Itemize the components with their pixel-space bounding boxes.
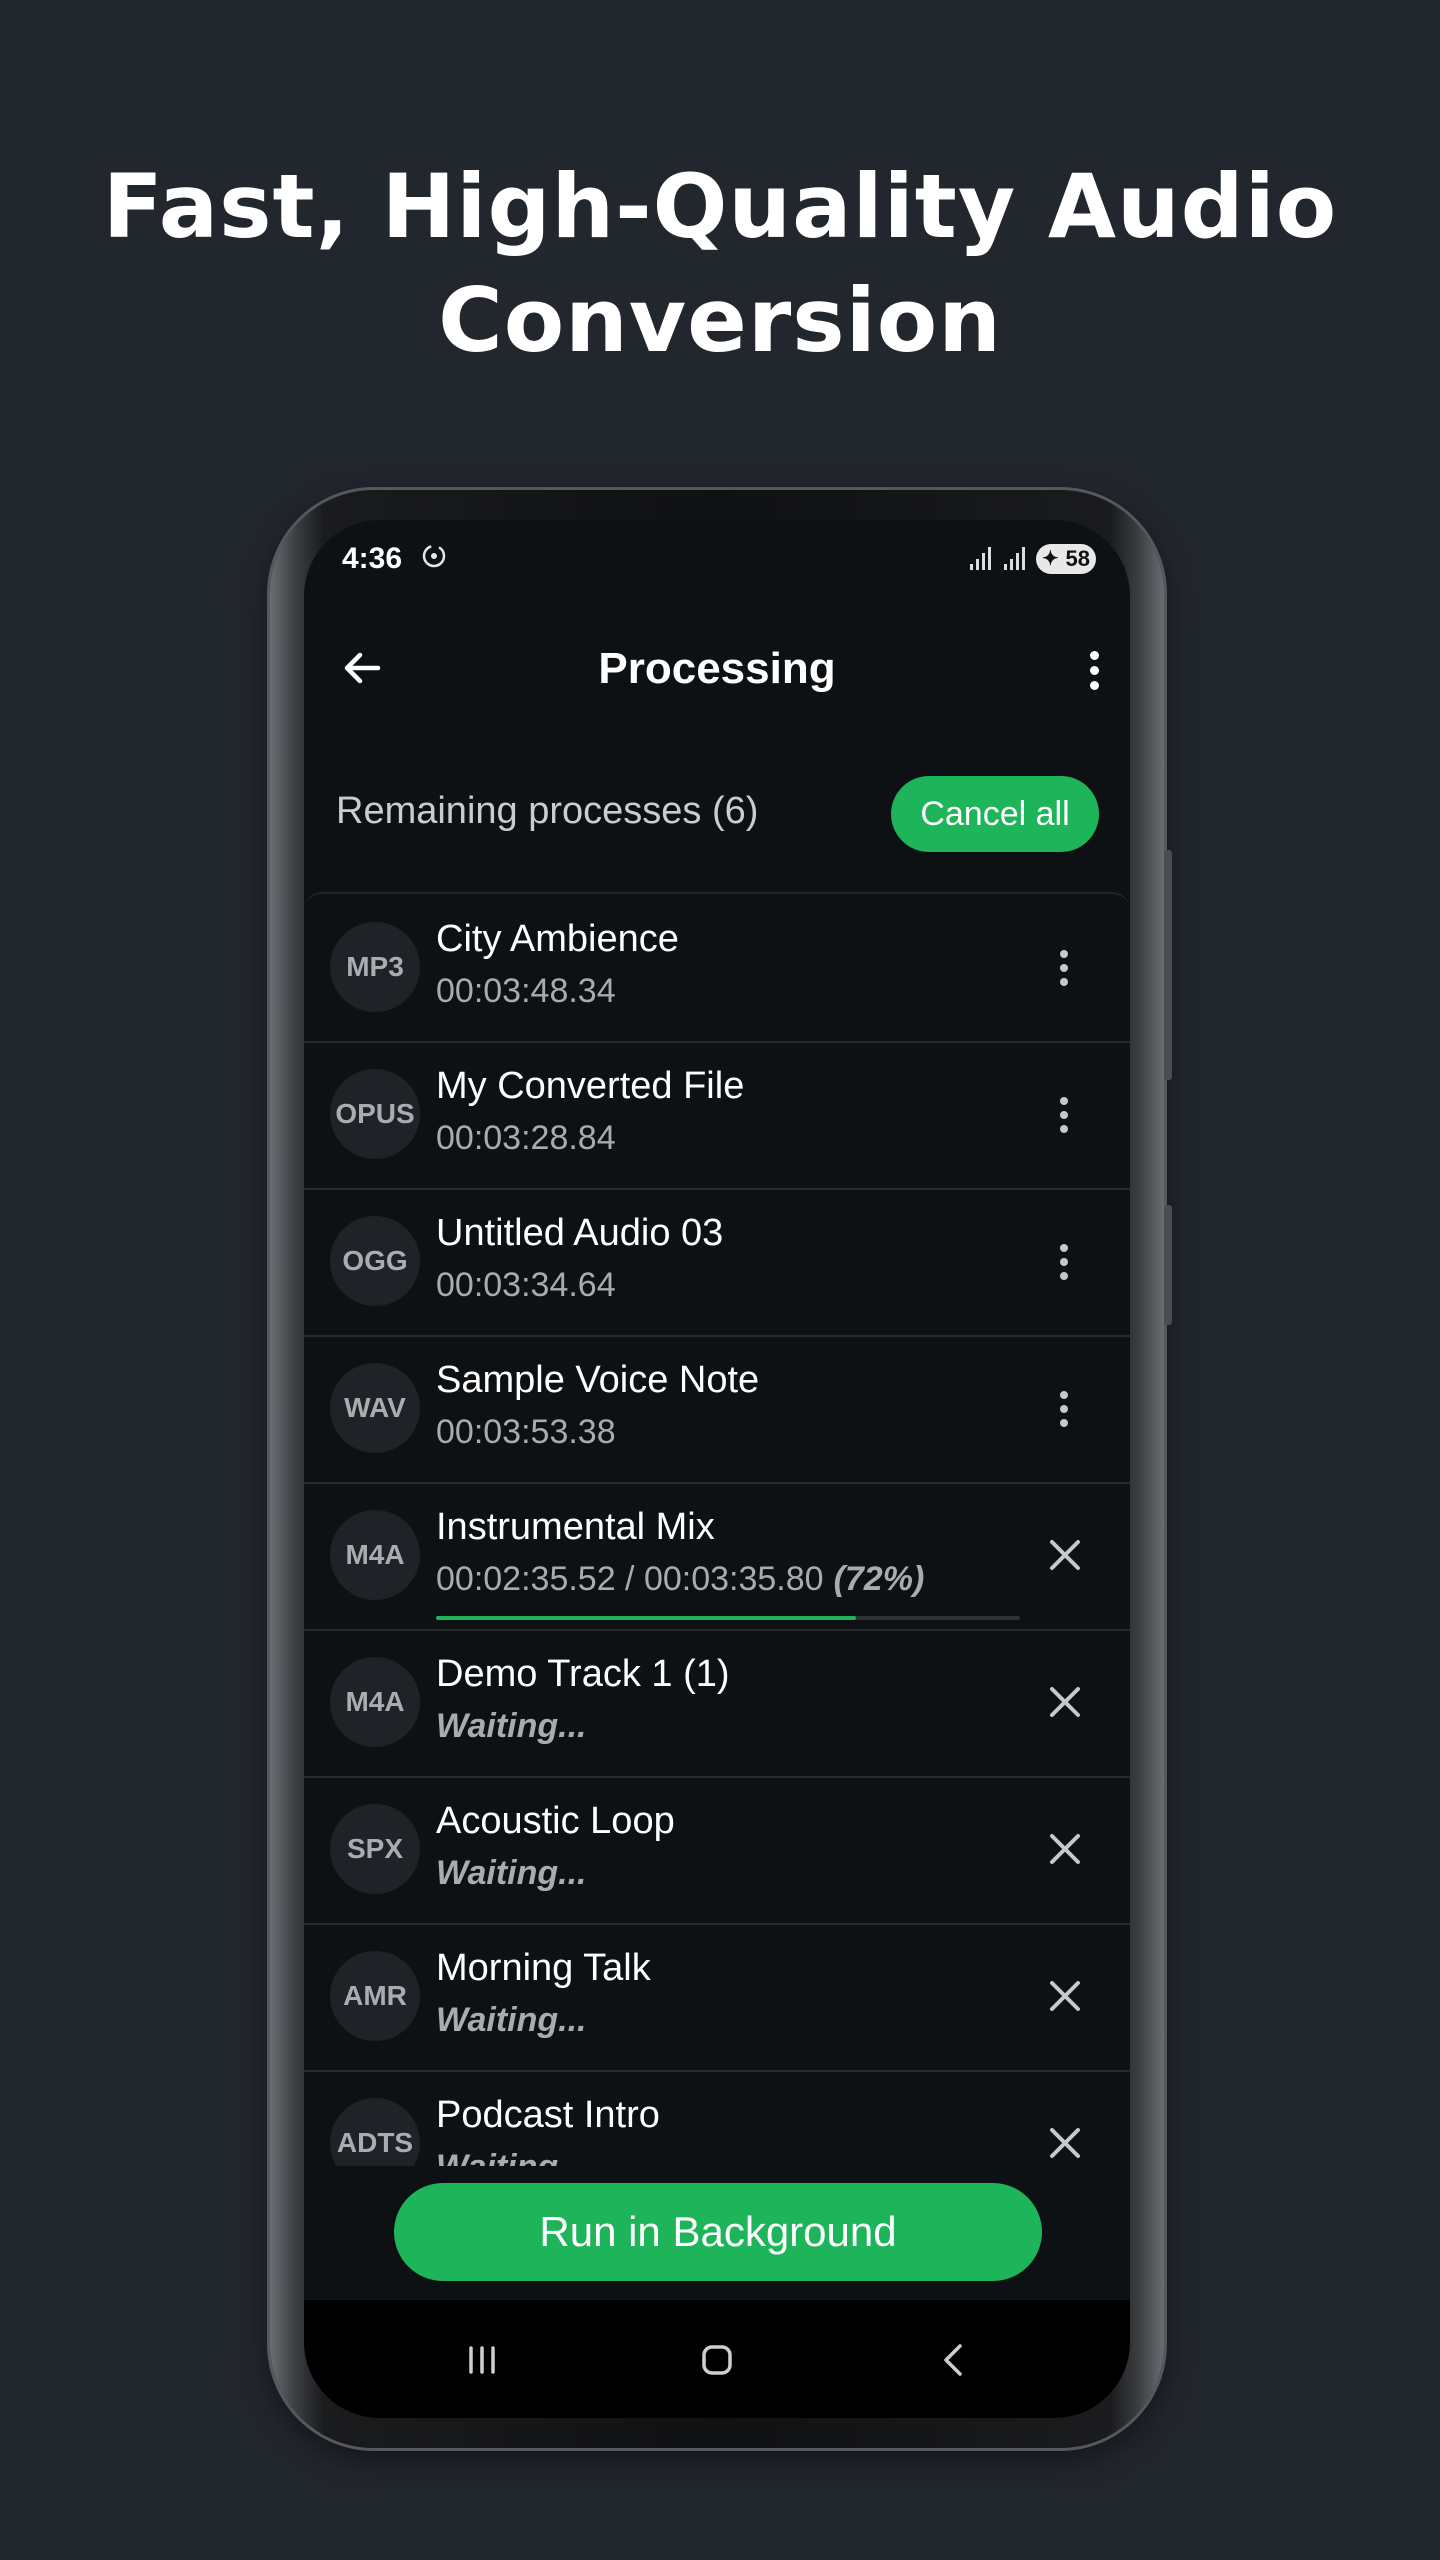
item-name: City Ambience <box>436 918 679 960</box>
battery-icon: ✦ 58 <box>1036 544 1096 574</box>
item-name: Podcast Intro <box>436 2094 660 2136</box>
remaining-processes-label: Remaining processes (6) <box>336 790 759 832</box>
list-item[interactable]: WAV Sample Voice Note 00:03:53.38 <box>304 1335 1130 1484</box>
list-item[interactable]: M4A Demo Track 1 (1) Waiting... <box>304 1629 1130 1778</box>
list-item[interactable]: ADTS Podcast Intro Waiting... <box>304 2070 1130 2166</box>
phone-volume-button <box>1164 850 1172 1080</box>
list-item[interactable]: MP3 City Ambience 00:03:48.34 <box>304 894 1130 1043</box>
more-vert-icon[interactable] <box>1044 938 1084 998</box>
item-name: Acoustic Loop <box>436 1800 675 1842</box>
format-badge: M4A <box>330 1510 420 1600</box>
signal-icon <box>970 544 994 572</box>
item-percent: (72%) <box>833 1560 925 1598</box>
item-status: Waiting... <box>436 2001 587 2039</box>
headline-line-2: Conversion <box>438 269 1002 372</box>
item-duration: 00:03:48.34 <box>436 972 616 1010</box>
format-badge: M4A <box>330 1657 420 1747</box>
more-vert-icon[interactable] <box>1044 1379 1084 1439</box>
battery-level: 58 <box>1065 546 1090 571</box>
cancel-all-button[interactable]: Cancel all <box>891 776 1099 852</box>
status-time: 4:36 <box>342 542 403 575</box>
headline-line-1: Fast, High-Quality Audio <box>102 155 1338 258</box>
format-badge: OGG <box>330 1216 420 1306</box>
format-badge: MP3 <box>330 922 420 1012</box>
list-item[interactable]: OPUS My Converted File 00:03:28.84 <box>304 1041 1130 1190</box>
page-title: Processing <box>598 644 836 693</box>
recents-icon[interactable] <box>452 2330 512 2390</box>
run-in-background-button[interactable]: Run in Background <box>394 2183 1042 2281</box>
format-badge: ADTS <box>330 2098 420 2166</box>
item-name: Sample Voice Note <box>436 1359 760 1401</box>
list-item[interactable]: M4A Instrumental Mix 00:02:35.52 / 00:03… <box>304 1482 1130 1631</box>
progress-bar <box>436 1616 1020 1620</box>
close-icon[interactable] <box>1042 2120 1088 2166</box>
more-vert-icon[interactable] <box>1044 1085 1084 1145</box>
format-badge: AMR <box>330 1951 420 2041</box>
item-duration: 00:03:34.64 <box>436 1266 616 1304</box>
phone-power-button <box>1164 1205 1172 1325</box>
item-status: Waiting... <box>436 1854 587 1892</box>
item-duration: 00:03:28.84 <box>436 1119 616 1157</box>
item-name: Instrumental Mix <box>436 1506 715 1548</box>
item-name: Untitled Audio 03 <box>436 1212 724 1254</box>
format-badge: OPUS <box>330 1069 420 1159</box>
format-badge: WAV <box>330 1363 420 1453</box>
battery-saver-icon: ✦ <box>1042 548 1059 570</box>
item-status: Waiting... <box>436 1707 587 1745</box>
format-badge: SPX <box>330 1804 420 1894</box>
more-vert-icon[interactable] <box>1044 1232 1084 1292</box>
more-vert-icon[interactable] <box>1074 640 1114 700</box>
phone-screen: 4:36 ✦ 58 Processing Remaining processes… <box>304 520 1130 2418</box>
home-icon[interactable] <box>687 2330 747 2390</box>
sync-icon <box>420 542 448 577</box>
status-bar: 4:36 ✦ 58 <box>304 520 1130 600</box>
signal-icon <box>1004 544 1028 572</box>
item-elapsed-duration: 00:02:35.52 / 00:03:35.80 <box>436 1560 824 1598</box>
back-icon[interactable] <box>924 2330 984 2390</box>
item-progress-text: 00:02:35.52 / 00:03:35.80 (72%) <box>436 1560 924 1599</box>
process-list[interactable]: MP3 City Ambience 00:03:48.34 OPUS My Co… <box>304 892 1130 2166</box>
list-item[interactable]: SPX Acoustic Loop Waiting... <box>304 1776 1130 1925</box>
item-duration: 00:03:53.38 <box>436 1413 616 1451</box>
item-status: Waiting... <box>436 2148 586 2166</box>
close-icon[interactable] <box>1042 1973 1088 2019</box>
item-name: My Converted File <box>436 1065 745 1107</box>
system-nav-bar <box>304 2300 1130 2418</box>
list-item[interactable]: AMR Morning Talk Waiting... <box>304 1923 1130 2072</box>
app-bar: Processing <box>304 610 1130 730</box>
close-icon[interactable] <box>1042 1532 1088 1578</box>
list-item[interactable]: OGG Untitled Audio 03 00:03:34.64 <box>304 1188 1130 1337</box>
progress-bar-fill <box>436 1616 857 1620</box>
close-icon[interactable] <box>1042 1679 1088 1725</box>
close-icon[interactable] <box>1042 1826 1088 1872</box>
item-name: Morning Talk <box>436 1947 651 1989</box>
item-name: Demo Track 1 (1) <box>436 1653 730 1695</box>
headline: Fast, High-Quality Audio Conversion <box>0 150 1440 378</box>
